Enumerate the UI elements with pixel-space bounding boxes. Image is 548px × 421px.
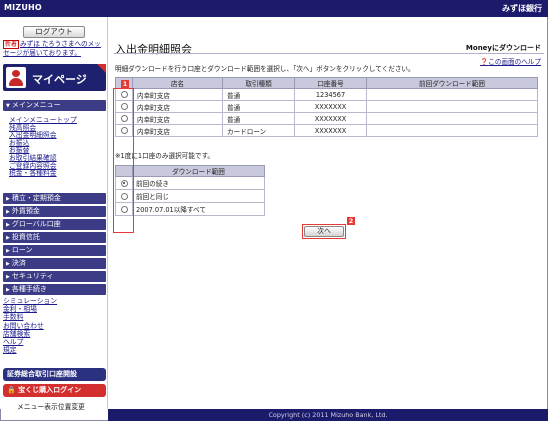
lock-icon: 🔒 [7, 386, 19, 394]
main-menu-header[interactable]: ▼ メインメニュー [3, 100, 106, 111]
category-label: 積立・定期預金 [11, 194, 61, 202]
triangle-right-icon: ▶ [6, 261, 10, 267]
type-cell: カードローン [222, 124, 295, 137]
sidebar: ログアウト 新着 みずほ たろうさまへのメッセージが届いております。 マイページ … [0, 17, 108, 411]
range-row: 前回と同じ [115, 189, 265, 203]
lottery-login-label: 宝くじ購入ログイン [18, 386, 82, 394]
link-contact[interactable]: お問い合わせ [3, 322, 57, 330]
footer-copyright: Copyright (c) 2011 Mizuho Bank, Ltd. [108, 409, 548, 421]
main-menu-label: メインメニュー [11, 101, 61, 109]
category-security[interactable]: ▶ セキュリティ [3, 271, 106, 282]
branch-cell: 内幸町支店 [132, 112, 223, 125]
menu-link-taxes[interactable]: 税金・各種料金 [9, 170, 77, 178]
number-cell: XXXXXXX [294, 124, 367, 137]
category-loan[interactable]: ▶ ローン [3, 245, 106, 256]
title-divider [114, 53, 544, 54]
category-label: 各種手続き [11, 285, 47, 293]
table-row: 内幸町支店 カードローン XXXXXXX [115, 124, 538, 137]
mizuho-logo[interactable]: MIZUHO [4, 3, 42, 12]
last-range-cell [366, 112, 538, 125]
table-row: 内幸町支店 普通 XXXXXXX [115, 100, 538, 113]
number-cell: XXXXXXX [294, 112, 367, 125]
triangle-right-icon: ▶ [6, 196, 10, 202]
menu-position-toggle[interactable]: メニュー表示位置変更 [17, 401, 85, 411]
link-simulation[interactable]: シミュレーション [3, 297, 57, 305]
last-range-cell [366, 100, 538, 113]
header-number: 口座番号 [294, 77, 367, 89]
category-label: グローバル口座 [11, 220, 61, 228]
logout-button[interactable]: ログアウト [23, 26, 85, 38]
securities-account-button[interactable]: 証券総合取引口座開設 [3, 368, 106, 381]
range-option: 前回と同じ [132, 189, 265, 203]
table-row: 内幸町支店 普通 XXXXXXX [115, 112, 538, 125]
triangle-right-icon: ▶ [6, 287, 10, 293]
main-content: 入出金明細照会 Moneyにダウンロード ❓この画面のヘルプ 明細ダウンロードを… [108, 17, 548, 409]
site-header: MIZUHO みずほ銀行 [0, 0, 548, 17]
category-label: 決済 [11, 259, 26, 267]
type-cell: 普通 [222, 88, 295, 101]
category-label: 投資信託 [11, 233, 40, 241]
branch-cell: 内幸町支店 [132, 124, 223, 137]
triangle-right-icon: ▶ [6, 222, 10, 228]
category-label: ローン [11, 246, 33, 254]
header-branch: 店名 [132, 77, 223, 89]
lottery-login-button[interactable]: 🔒 宝くじ購入ログイン [3, 384, 106, 397]
branch-cell: 内幸町支店 [132, 88, 223, 101]
mypage-banner[interactable]: マイページ [3, 64, 106, 91]
range-row: 前回の続き [115, 176, 265, 190]
category-payment[interactable]: ▶ 決済 [3, 258, 106, 269]
user-icon [6, 67, 26, 88]
link-branch-search[interactable]: 店舗検索 [3, 330, 57, 338]
step-marker-1: 1 [121, 80, 129, 88]
type-cell: 普通 [222, 112, 295, 125]
header-last-range: 前回ダウンロード範囲 [366, 77, 538, 89]
triangle-right-icon: ▶ [6, 248, 10, 254]
range-header: ダウンロード範囲 [132, 165, 265, 177]
step-marker-2: 2 [347, 217, 355, 225]
category-label: セキュリティ [11, 272, 54, 280]
new-badge: 新着 [3, 40, 20, 49]
triangle-right-icon: ▶ [6, 274, 10, 280]
account-table: 店名 取引種類 口座番号 前回ダウンロード範囲 内幸町支店 普通 1234567… [115, 77, 538, 137]
category-procedures[interactable]: ▶ 各種手続き [3, 284, 106, 295]
range-table: ダウンロード範囲 前回の続き 前回と同じ 2007.07.01以降すべて [115, 165, 265, 216]
mypage-label: マイページ [32, 73, 87, 86]
instruction-text: 明細ダウンロードを行う口座とダウンロード範囲を選択し、「次へ」ボタンをクリックし… [115, 65, 415, 73]
link-terms[interactable]: 規定 [3, 346, 57, 354]
user-name-link[interactable]: みずほ たろうさま [20, 40, 74, 48]
category-savings[interactable]: ▶ 積立・定期預金 [3, 193, 106, 204]
triangle-right-icon: ▶ [6, 209, 10, 215]
range-row: 2007.07.01以降すべて [115, 202, 265, 216]
number-cell: 1234567 [294, 88, 367, 101]
category-label: 外貨預金 [11, 207, 40, 215]
triangle-right-icon: ▶ [6, 235, 10, 241]
page-title: 入出金明細照会 [115, 43, 192, 56]
type-cell: 普通 [222, 100, 295, 113]
corner-arrow-icon [97, 64, 106, 73]
utility-links: シミュレーション 金利・相場 手数料 お問い合わせ 店舗検索 ヘルプ 規定 [3, 297, 57, 354]
last-range-cell [366, 124, 538, 137]
header-type: 取引種類 [222, 77, 295, 89]
bank-name: みずほ銀行 [502, 4, 542, 13]
link-fees[interactable]: 手数料 [3, 313, 57, 321]
main-menu-links: メインメニュートップ 残高照会 入出金明細照会 お振込 お振替 お取引結果確認 … [9, 116, 77, 178]
category-foreign-deposit[interactable]: ▶ 外貨預金 [3, 206, 106, 217]
next-button[interactable]: 次へ [304, 226, 344, 237]
number-cell: XXXXXXX [294, 100, 367, 113]
table-row: 内幸町支店 普通 1234567 [115, 88, 538, 101]
link-help[interactable]: ヘルプ [3, 338, 57, 346]
category-investment[interactable]: ▶ 投資信託 [3, 232, 106, 243]
help-link-label: この画面のヘルプ [488, 58, 541, 66]
range-option: 前回の続き [132, 176, 265, 190]
category-global-account[interactable]: ▶ グローバル口座 [3, 219, 106, 230]
range-option: 2007.07.01以降すべて [132, 202, 265, 216]
welcome-message: 新着 みずほ たろうさまへのメッセージが届いております。 [3, 40, 107, 58]
help-link[interactable]: ❓この画面のヘルプ [480, 56, 541, 66]
branch-cell: 内幸町支店 [132, 100, 223, 113]
last-range-cell [366, 88, 538, 101]
radio-column-highlight [113, 88, 134, 233]
money-download-link[interactable]: Moneyにダウンロード [466, 43, 541, 53]
triangle-down-icon: ▼ [6, 103, 10, 109]
